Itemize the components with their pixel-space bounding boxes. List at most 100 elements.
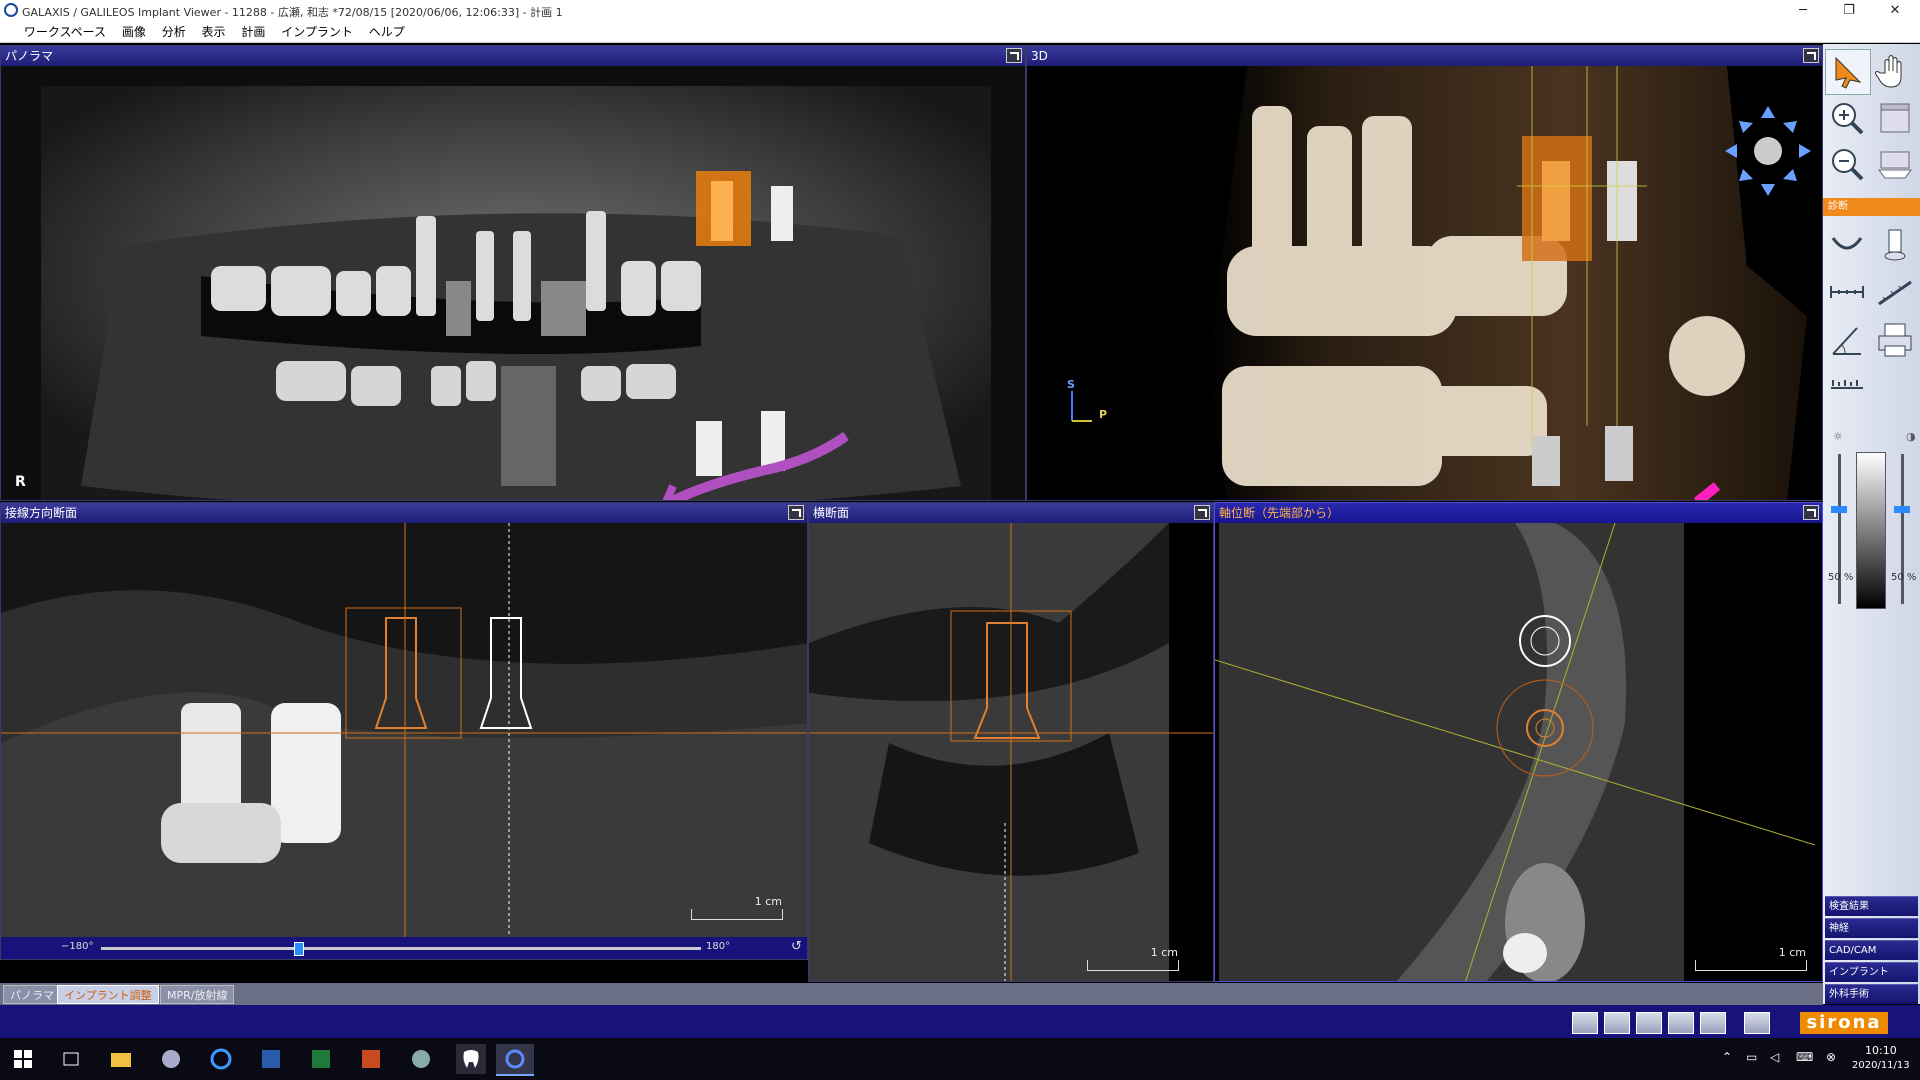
maximize-icon[interactable] [788,505,804,520]
brightness-icon: ☼ [1833,430,1843,443]
reset-rotation-icon[interactable]: ↺ [791,939,802,954]
layout-icon[interactable] [1636,1012,1662,1034]
maximize-icon[interactable] [1803,505,1819,520]
powerpoint-app-icon[interactable] [356,1044,386,1074]
brightness-value: 50 % [1828,572,1854,583]
maximize-icon[interactable] [1006,48,1022,63]
slider-min-label: −180° [61,941,94,952]
slider-max-label: 180° [706,941,731,952]
ruler-icon [1830,286,1864,298]
menu-plan[interactable]: 計画 [235,22,271,40]
hand-icon [1875,55,1902,88]
scale-bar: 1 cm [1695,946,1807,971]
tab-implant-adjust[interactable]: インプラント調整 [57,985,159,1004]
scale-bar: 1 cm [1087,946,1179,971]
notification-icon[interactable]: ⊗ [1826,1050,1836,1064]
side-tab-nerve[interactable]: 神経 [1825,918,1918,938]
polyline-measure-button[interactable] [1873,270,1917,314]
network-icon[interactable]: ▭ [1746,1050,1757,1064]
menu-help[interactable]: ヘルプ [363,22,411,40]
zoom-out-button[interactable] [1825,142,1869,186]
start-windows-icon[interactable] [8,1044,38,1074]
implant-tool-button[interactable] [1873,222,1917,266]
transversal-viewport[interactable]: 1 cm [809,523,1213,981]
galaxis-app-icon[interactable] [496,1044,534,1076]
task-view-icon[interactable] [56,1044,86,1074]
tangential-viewport[interactable]: 1 cm [1,523,807,937]
zoom-in-button[interactable] [1825,96,1869,140]
report-icon[interactable] [1744,1012,1770,1034]
panel-title: 軸位断（先端部から） [1215,503,1822,523]
menu-image[interactable]: 画像 [116,22,152,40]
tab-mpr-radiology[interactable]: MPR/放射線 [160,985,235,1004]
tangential-panel: 接線方向断面 1 cm −180° 180° ↺ [0,502,808,960]
tab-panorama[interactable]: パノラマ [3,985,61,1004]
layout-icon[interactable] [1572,1012,1598,1034]
brightness-slider-thumb[interactable] [1831,506,1847,513]
close-button[interactable]: ✕ [1872,0,1918,22]
contrast-value: 50 % [1891,572,1917,583]
side-tab-implant[interactable]: インプラント [1825,962,1918,982]
restore-button[interactable]: ❐ [1826,0,1872,22]
transversal-panel: 横断面 1 cm [808,502,1214,982]
polyline-ruler-icon [1878,280,1912,306]
paint-app-icon[interactable] [156,1044,186,1074]
menu-view[interactable]: 表示 [196,22,232,40]
density-ruler-icon [1831,380,1863,389]
contrast-slider-thumb[interactable] [1894,506,1910,513]
3d-viewport[interactable]: S P [1027,66,1822,500]
app-icon[interactable] [406,1044,436,1074]
edge-browser-icon[interactable] [206,1044,236,1074]
tray-icon [1878,151,1912,179]
distance-measure-button[interactable] [1825,270,1869,314]
axial-panel: 軸位断（先端部から） 1 cm [1214,502,1823,982]
scale-bar: 1 cm [691,895,783,920]
print-button[interactable] [1873,318,1917,362]
layers-icon [1880,103,1910,133]
file-explorer-icon[interactable] [106,1044,136,1074]
maximize-icon[interactable] [1803,48,1819,63]
keyboard-icon[interactable]: ⌨ [1796,1050,1813,1064]
rotation-slider-thumb[interactable] [294,942,304,956]
zoom-out-icon [1832,149,1864,181]
side-tab-cadcam[interactable]: CAD/CAM [1825,940,1918,960]
rotation-slider-track[interactable] [101,947,701,950]
menu-workspace[interactable]: ワークスペース [18,22,112,40]
side-tab-findings[interactable]: 検査結果 [1825,896,1918,916]
menu-bar: ワークスペース 画像 分析 表示 計画 インプラント ヘルプ [0,22,1920,43]
layout-icon[interactable] [1700,1012,1726,1034]
clock-date[interactable]: 2020/11/13 [1852,1060,1910,1071]
pan-tool-button[interactable] [1873,49,1917,93]
maximize-icon[interactable] [1194,505,1210,520]
layer-up-button[interactable] [1873,96,1917,140]
diagnosis-section-label: 診断 [1823,198,1920,216]
clock-time[interactable]: 10:10 [1865,1044,1897,1057]
layout-icon[interactable] [1668,1012,1694,1034]
title-bar: GALAXIS / GALILEOS Implant Viewer - 1128… [0,0,1920,22]
word-app-icon[interactable] [256,1044,286,1074]
axis-posterior-label: P [1099,408,1108,421]
volume-icon[interactable]: ◁ [1770,1050,1779,1064]
minimize-button[interactable]: ─ [1780,0,1826,22]
dental-arch-button[interactable] [1825,222,1869,266]
layout-icon[interactable] [1604,1012,1630,1034]
angle-measure-button[interactable] [1825,318,1869,362]
side-tab-surgery[interactable]: 外科手術 [1825,984,1918,1004]
os-taskbar: ⌃ ▭ ◁ ⌨ ⊗ 10:10 2020/11/13 [0,1038,1920,1080]
excel-app-icon[interactable] [306,1044,336,1074]
density-measure-button[interactable] [1825,362,1869,406]
axial-viewport[interactable]: 1 cm [1215,523,1822,981]
dental-arch-icon [1831,237,1863,250]
brand-logo: sirona [1800,1012,1888,1034]
panorama-viewport[interactable]: R [1,66,1025,500]
panel-title: 横断面 [809,503,1213,523]
tray-chevron-icon[interactable]: ⌃ [1722,1050,1732,1064]
app-logo-icon [4,3,18,17]
tooth-app-icon[interactable] [456,1044,486,1074]
menu-analysis[interactable]: 分析 [156,22,192,40]
3d-panel: 3D S P [1026,45,1823,501]
layer-down-button[interactable] [1873,142,1917,186]
select-tool-button[interactable] [1825,49,1871,95]
menu-implant[interactable]: インプラント [275,22,359,40]
grayscale-bar [1856,452,1886,609]
